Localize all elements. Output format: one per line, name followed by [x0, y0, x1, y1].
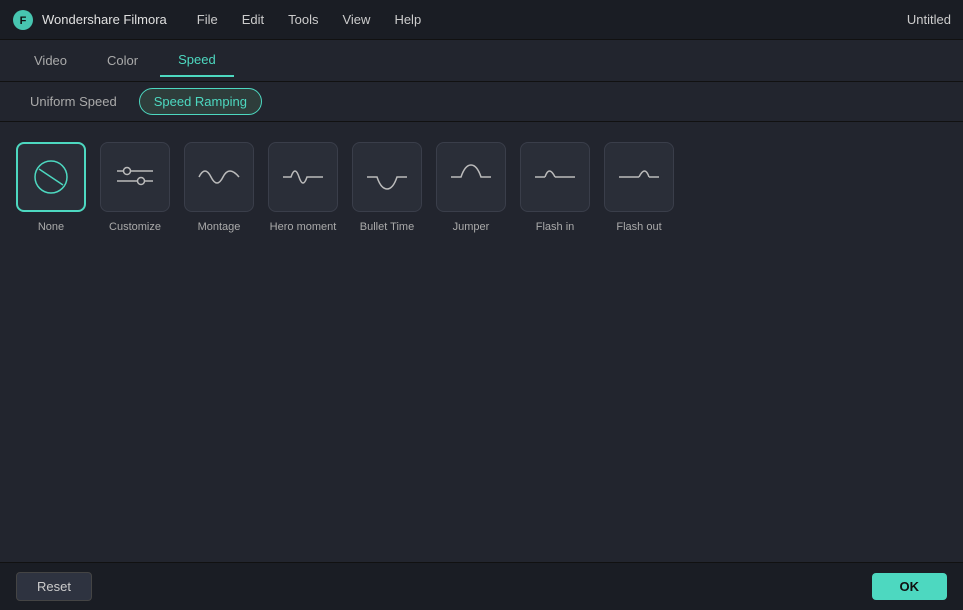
- tab-bar: Video Color Speed: [0, 40, 963, 82]
- preset-label-flash-in: Flash in: [536, 220, 575, 234]
- window-title: Untitled: [907, 12, 951, 27]
- jumper-icon: [447, 157, 495, 197]
- tab-color[interactable]: Color: [89, 45, 156, 76]
- subtab-speed-ramping[interactable]: Speed Ramping: [139, 88, 262, 115]
- preset-label-none: None: [38, 220, 64, 234]
- preset-customize[interactable]: Customize: [100, 142, 170, 234]
- preset-hero-moment[interactable]: Hero moment: [268, 142, 338, 234]
- titlebar: F Wondershare Filmora File Edit Tools Vi…: [0, 0, 963, 40]
- menu-view[interactable]: View: [332, 8, 380, 31]
- preset-montage[interactable]: Montage: [184, 142, 254, 234]
- bullet-icon: [363, 157, 411, 197]
- preset-card-jumper[interactable]: [436, 142, 506, 212]
- preset-card-hero[interactable]: [268, 142, 338, 212]
- preset-none[interactable]: None: [16, 142, 86, 234]
- preset-jumper[interactable]: Jumper: [436, 142, 506, 234]
- reset-button[interactable]: Reset: [16, 572, 92, 601]
- flash-in-icon: [531, 157, 579, 197]
- main-content: None Customize Montage: [0, 122, 963, 562]
- preset-label-flash-out: Flash out: [616, 220, 661, 234]
- tab-speed[interactable]: Speed: [160, 44, 234, 77]
- bottom-bar: Reset OK: [0, 562, 963, 610]
- app-logo: F Wondershare Filmora: [12, 9, 167, 31]
- menu-edit[interactable]: Edit: [232, 8, 274, 31]
- flash-out-icon: [615, 157, 663, 197]
- ok-button[interactable]: OK: [872, 573, 948, 600]
- preset-card-none[interactable]: [16, 142, 86, 212]
- preset-label-bullet: Bullet Time: [360, 220, 414, 234]
- subtab-uniform-speed[interactable]: Uniform Speed: [16, 89, 131, 114]
- preset-bullet-time[interactable]: Bullet Time: [352, 142, 422, 234]
- menu-bar: File Edit Tools View Help: [187, 8, 907, 31]
- customize-icon: [111, 157, 159, 197]
- menu-file[interactable]: File: [187, 8, 228, 31]
- menu-help[interactable]: Help: [384, 8, 431, 31]
- app-name: Wondershare Filmora: [42, 12, 167, 27]
- filmora-logo-icon: F: [12, 9, 34, 31]
- preset-label-hero: Hero moment: [270, 220, 337, 234]
- preset-card-customize[interactable]: [100, 142, 170, 212]
- montage-icon: [195, 157, 243, 197]
- hero-icon: [279, 157, 327, 197]
- preset-card-flash-in[interactable]: [520, 142, 590, 212]
- preset-card-bullet[interactable]: [352, 142, 422, 212]
- subtab-bar: Uniform Speed Speed Ramping: [0, 82, 963, 122]
- svg-text:F: F: [20, 15, 27, 27]
- preset-label-customize: Customize: [109, 220, 161, 234]
- presets-row: None Customize Montage: [16, 142, 947, 234]
- preset-card-flash-out[interactable]: [604, 142, 674, 212]
- tab-video[interactable]: Video: [16, 45, 85, 76]
- preset-flash-in[interactable]: Flash in: [520, 142, 590, 234]
- preset-card-montage[interactable]: [184, 142, 254, 212]
- preset-label-montage: Montage: [198, 220, 241, 234]
- preset-flash-out[interactable]: Flash out: [604, 142, 674, 234]
- none-icon: [27, 157, 75, 197]
- menu-tools[interactable]: Tools: [278, 8, 328, 31]
- preset-label-jumper: Jumper: [453, 220, 490, 234]
